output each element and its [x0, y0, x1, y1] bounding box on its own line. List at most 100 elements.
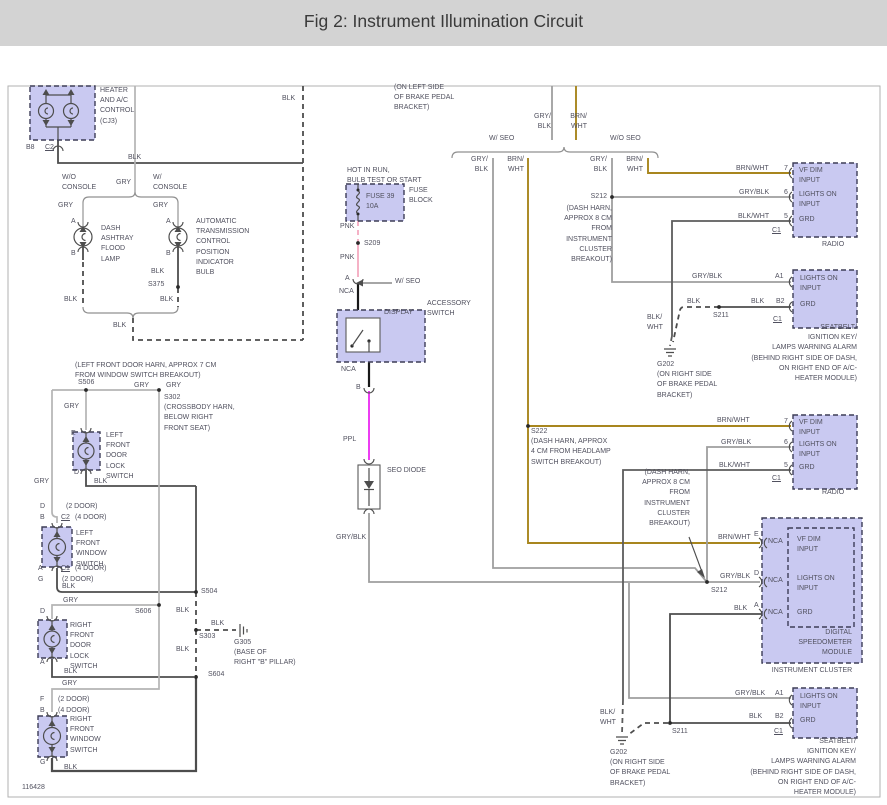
terminal-d: D	[74, 468, 79, 478]
wire-label-pnk: PNK	[340, 253, 354, 263]
splice-s375: S375	[148, 280, 164, 290]
component-label-seo-diode: SEO DIODE	[387, 466, 426, 476]
splice-s212: S212	[711, 586, 727, 596]
dash-ashtray-lamp-icon	[74, 226, 92, 248]
pin-label-grd: GRD	[797, 608, 813, 618]
terminal-d: D	[754, 569, 759, 579]
pin-label-lights-on: LIGHTS ON INPUT	[800, 274, 838, 294]
component-label-instrument-cluster: INSTRUMENT CLUSTER	[762, 666, 862, 676]
splice-s606: S606	[135, 607, 151, 617]
note-top-ground: (ON LEFT SIDE OF BRAKE PEDAL BRACKET)	[394, 83, 454, 114]
pin-6: 6	[784, 188, 788, 198]
splice-s604: S604	[208, 670, 224, 680]
terminal-a: A	[345, 274, 350, 284]
terminal-a: A	[40, 658, 45, 668]
component-label-fuse-block: FUSE BLOCK	[409, 186, 433, 206]
pin-label-grd: GRD	[799, 463, 815, 473]
terminal-d: D	[40, 502, 45, 512]
component-label-seatbelt-module: SEATBELT/ IGNITION KEY/ LAMPS WARNING AL…	[751, 323, 857, 384]
wire-label-gry: GRY	[166, 381, 181, 391]
pin-5: 5	[784, 461, 788, 471]
note-s506: (LEFT FRONT DOOR HARN, APPROX 7 CM FROM …	[75, 361, 216, 381]
component-label-fuse39: FUSE 39 10A	[366, 192, 394, 212]
pin-label-vf-dim: VF DIM INPUT	[799, 418, 823, 438]
wire-label-ppl: PPL	[343, 435, 356, 445]
right-section-wires	[452, 86, 791, 735]
wire-label-nca: NCA	[768, 537, 783, 547]
wire-label-blk: BLK	[751, 297, 764, 307]
component-label-left-door-lock: LEFT FRONT DOOR LOCK SWITCH	[106, 431, 134, 482]
splice-s504: S504	[201, 587, 217, 597]
pin-a1: A1	[775, 272, 784, 282]
ground-g305-icon	[240, 624, 247, 637]
wire-label-brnwht: BRN/WHT	[736, 164, 769, 174]
option-label-w-seo: W/ SEO	[395, 277, 420, 287]
note-s302: S302 (CROSSBODY HARN, BELOW RIGHT FRONT …	[164, 393, 235, 434]
pin-label-vf-dim: VF DIM INPUT	[797, 535, 821, 555]
terminal-e: E	[754, 530, 759, 540]
pin-label-lights-on: LIGHTS ON INPUT	[800, 692, 838, 712]
component-label-dash-lamp: DASH ASHTRAY FLOOD LAMP	[101, 224, 134, 265]
pin-5: 5	[784, 212, 788, 222]
wire-label-blkwht: BLK/WHT	[738, 212, 769, 222]
wire-label-gry: GRY	[34, 477, 49, 487]
component-label-digital-speedo: DIGITAL SPEEDOMETER MODULE	[798, 628, 852, 659]
wire-label-nca: NCA	[339, 287, 354, 297]
component-label-right-door-lock: RIGHT FRONT DOOR LOCK SWITCH	[70, 621, 98, 672]
terminal-b: B	[356, 383, 361, 393]
option-label-wo-seo: W/O SEO	[610, 134, 641, 144]
pin-7: 7	[784, 164, 788, 174]
terminal-a: A	[166, 217, 171, 227]
wire-label-gry: GRY	[116, 178, 131, 188]
label-4door: (4 DOOR)	[75, 564, 107, 574]
wire-label-nca: NCA	[341, 365, 356, 375]
pin-7: 7	[784, 417, 788, 427]
pin-label-lights-on: LIGHTS ON INPUT	[799, 190, 837, 210]
wire-label-gry: GRY	[64, 402, 79, 412]
wire-label-blk: BLK	[128, 153, 141, 163]
wire-label-gryblk: GRY/ BLK	[534, 112, 551, 132]
wire-label-gryblk: GRY/ BLK	[590, 155, 607, 175]
wire-label-gryblk: GRY/BLK	[720, 572, 750, 582]
pin-label-lights-on: LIGHTS ON INPUT	[797, 574, 835, 594]
wire-label-blk: BLK	[64, 667, 77, 677]
trans-indicator-bulb-icon	[169, 226, 187, 248]
terminal-b: B	[166, 249, 171, 259]
pin-6: 6	[784, 438, 788, 448]
splice-s209: S209	[364, 239, 380, 249]
component-label-seatbelt-module: SEATBELT/ IGNITION KEY/ LAMPS WARNING AL…	[750, 737, 856, 798]
pin-label-lights-on: LIGHTS ON INPUT	[799, 440, 837, 460]
terminal-f: F	[40, 695, 44, 705]
pin-label-grd: GRD	[799, 215, 815, 225]
wire-label-gry: GRY	[58, 201, 73, 211]
splice-s211: S211	[713, 311, 729, 321]
terminal-b8: B8	[26, 143, 35, 153]
wire-label-gryblk: GRY/BLK	[721, 438, 751, 448]
ground-g202-top-icon	[664, 349, 676, 356]
wire-label-gryblk: GRY/ BLK	[471, 155, 488, 175]
wire-label-gry: GRY	[153, 201, 168, 211]
terminal-a: A	[754, 601, 759, 611]
label-2door: (2 DOOR)	[66, 502, 98, 512]
component-label-trans-bulb: AUTOMATIC TRANSMISSION CONTROL POSITION …	[196, 217, 249, 278]
pin-label-grd: GRD	[800, 716, 816, 726]
wire-label-gryblk: GRY/BLK	[739, 188, 769, 198]
wire-label-blk: BLK	[113, 321, 126, 331]
wire-label-brnwht: BRN/ WHT	[507, 155, 524, 175]
terminal-d: D	[40, 607, 45, 617]
label-2door: (2 DOOR)	[58, 695, 90, 705]
wire-label-blkwht: BLK/ WHT	[600, 708, 616, 728]
note-s222: S222 (DASH HARN, APPROX 4 CM FROM HEADLA…	[531, 427, 611, 468]
terminal-b: B	[40, 513, 45, 523]
pin-b2: B2	[775, 712, 784, 722]
branch-label-w-console: W/ CONSOLE	[153, 173, 187, 193]
component-label-heater: HEATER AND A/C CONTROL (CJ3)	[100, 86, 134, 127]
terminal-b: B	[71, 249, 76, 259]
option-label-w-seo: W/ SEO	[489, 134, 514, 144]
ground-g202-bottom-icon	[616, 737, 628, 744]
splice-s506: S506	[78, 378, 94, 388]
connector-c1: C1	[61, 564, 70, 574]
wire-label-gry: GRY	[62, 679, 77, 689]
wire-label-gryblk: GRY/BLK	[735, 689, 765, 699]
wire-label-brnwht: BRN/WHT	[718, 533, 751, 543]
